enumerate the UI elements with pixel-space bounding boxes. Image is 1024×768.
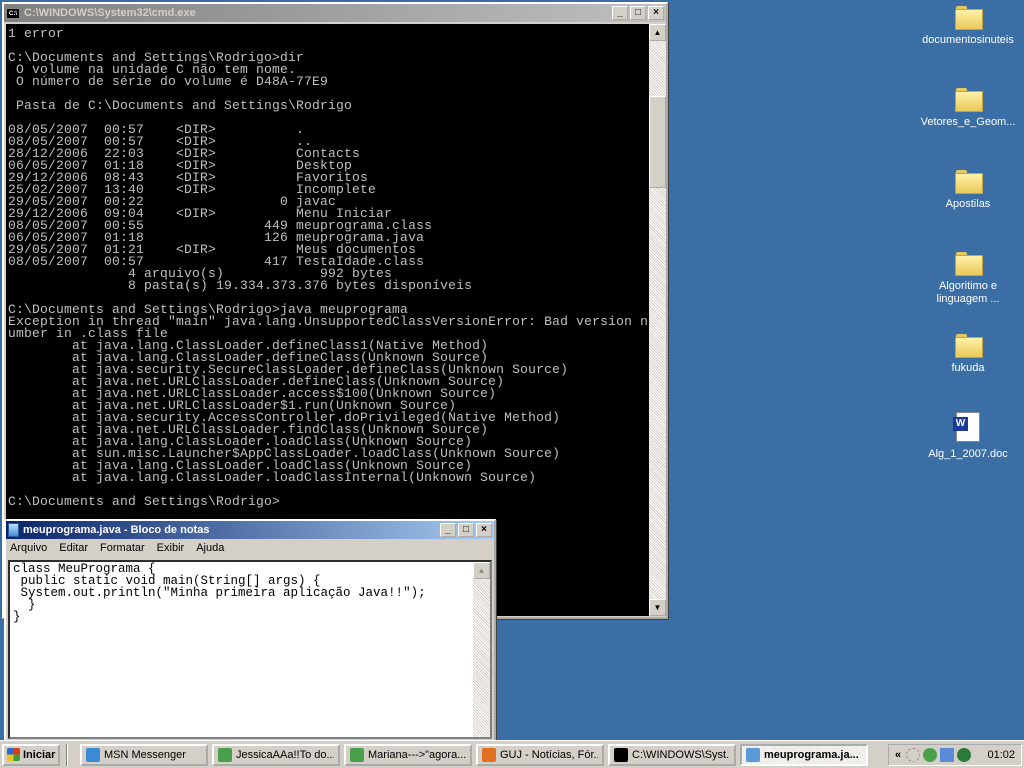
scroll-down-button[interactable]: ▼	[649, 599, 666, 616]
taskbar: Iniciar MSN Messenger JessicaAAa!!To do..…	[0, 740, 1024, 768]
close-button[interactable]: ×	[476, 523, 492, 537]
console-line: C:\Documents and Settings\Rodrigo>	[8, 494, 281, 509]
taskbar-button[interactable]: meuprograma.ja...	[740, 743, 868, 766]
menu-ajuda[interactable]: Ajuda	[196, 542, 224, 554]
notepad-window: meuprograma.java - Bloco de notas _ □ × …	[4, 519, 496, 743]
notepad-icon	[746, 747, 760, 762]
taskbar-button-label: meuprograma.ja...	[764, 748, 859, 761]
desktop-icon-vetores-e-geom[interactable]: Vetores_e_Geom...	[913, 86, 1023, 129]
tray-expand-button[interactable]: «	[895, 749, 901, 761]
taskbar-button-label: GUJ - Notícias, Fór...	[500, 748, 598, 761]
close-button[interactable]: ×	[648, 6, 664, 20]
desktop-icon-documentosinuteis[interactable]: documentosinuteis	[913, 4, 1023, 47]
msn-tray-icon[interactable]	[923, 747, 938, 762]
taskbar-button[interactable]: MSN Messenger	[80, 743, 208, 766]
windows-logo-icon	[7, 748, 20, 761]
folder-icon	[954, 86, 983, 112]
connection-icon[interactable]	[940, 747, 955, 762]
word-logo-icon: W	[953, 417, 968, 431]
desktop-icon-label: Algoritimo e linguagem ...	[936, 280, 1000, 305]
taskbar-button[interactable]: C:\WINDOWS\Syst...	[608, 743, 736, 766]
word-document-icon: W	[953, 412, 980, 442]
minimize-button[interactable]: _	[440, 523, 456, 537]
clock[interactable]: 01:02	[987, 749, 1015, 761]
notepad-menubar: Arquivo Editar Formatar Exibir Ajuda	[6, 539, 494, 557]
editor-text[interactable]: class MeuPrograma { public static void m…	[10, 562, 473, 624]
cmd-titlebar[interactable]: C:\ C:\WINDOWS\System32\cmd.exe _ □ ×	[4, 4, 666, 22]
maximize-button[interactable]: □	[630, 6, 646, 20]
desktop-icon-label: Alg_1_2007.doc	[928, 448, 1008, 460]
desktop-icon-alg-1-2007-doc[interactable]: W Alg_1_2007.doc	[913, 412, 1023, 461]
taskbar-button-label: Mariana--->"agora...	[368, 748, 466, 761]
msn-chat-icon	[350, 747, 364, 762]
maximize-button[interactable]: □	[458, 523, 474, 537]
desktop-icon-label: fukuda	[951, 362, 985, 374]
notepad-title: meuprograma.java - Bloco de notas	[23, 524, 210, 536]
desktop-icon-algoritimo-e-linguagem[interactable]: Algoritimo e linguagem ...	[913, 250, 1023, 306]
msn-chat-icon	[218, 747, 232, 762]
firefox-icon	[482, 747, 496, 762]
taskbar-button[interactable]: Mariana--->"agora...	[344, 743, 472, 766]
desktop-icon-fukuda[interactable]: fukuda	[913, 332, 1023, 375]
scroll-up-button[interactable]: ▲	[649, 24, 666, 41]
menu-formatar[interactable]: Formatar	[100, 542, 145, 554]
folder-icon	[954, 250, 983, 276]
desktop-icon-label: Vetores_e_Geom...	[920, 116, 1016, 128]
taskbar-buttons: MSN Messenger JessicaAAa!!To do... Mariana…	[80, 743, 872, 766]
cmd-icon	[614, 747, 628, 762]
taskbar-separator	[66, 743, 68, 766]
cmd-scrollbar[interactable]: ▲ ▼	[649, 24, 666, 616]
taskbar-button-label: C:\WINDOWS\Syst...	[632, 748, 730, 761]
editor-line: }	[13, 610, 21, 624]
editor-line: }	[13, 598, 36, 612]
notepad-scrollbar[interactable]: ▲	[473, 562, 490, 737]
taskbar-button[interactable]: GUJ - Notícias, Fór...	[476, 743, 604, 766]
console-line: at java.lang.ClassLoader.loadClassIntern…	[8, 470, 537, 485]
taskbar-button[interactable]: JessicaAAa!!To do...	[212, 743, 340, 766]
msn-icon	[86, 747, 100, 762]
cmd-icon: C:\	[6, 7, 20, 19]
start-label: Iniciar	[23, 748, 56, 761]
cmd-title: C:\WINDOWS\System32\cmd.exe	[24, 7, 196, 19]
antivirus-icon[interactable]	[957, 747, 972, 762]
desktop-icon-label: Apostilas	[945, 198, 991, 210]
system-tray: « 01:02	[888, 743, 1022, 766]
start-button[interactable]: Iniciar	[2, 743, 60, 766]
menu-arquivo[interactable]: Arquivo	[10, 542, 47, 554]
notepad-editor[interactable]: class MeuPrograma { public static void m…	[8, 560, 492, 739]
desktop-icon-apostilas[interactable]: Apostilas	[913, 168, 1023, 211]
folder-icon	[954, 332, 983, 358]
console-line: 8 pasta(s) 19.334.373.376 bytes disponív…	[8, 278, 473, 293]
folder-icon	[954, 168, 983, 194]
taskbar-button-label: JessicaAAa!!To do...	[236, 748, 334, 761]
scroll-up-button[interactable]: ▲	[473, 562, 490, 579]
console-line: 1 error	[8, 26, 65, 41]
desktop-icon-label: documentosinuteis	[922, 34, 1014, 46]
console-line: Pasta de C:\Documents and Settings\Rodri…	[8, 98, 353, 113]
menu-editar[interactable]: Editar	[59, 542, 88, 554]
menu-exibir[interactable]: Exibir	[157, 542, 185, 554]
taskbar-button-label: MSN Messenger	[104, 748, 186, 761]
minimize-button[interactable]: _	[612, 6, 628, 20]
scroll-thumb[interactable]	[649, 96, 666, 188]
editor-line: System.out.println("Minha primeira aplic…	[13, 586, 426, 600]
notepad-icon	[8, 523, 19, 537]
folder-icon	[954, 4, 983, 30]
notepad-titlebar[interactable]: meuprograma.java - Bloco de notas _ □ ×	[6, 521, 494, 539]
network-icon[interactable]	[906, 747, 921, 762]
console-line: O número de série do volume é D48A-77E9	[8, 74, 329, 89]
